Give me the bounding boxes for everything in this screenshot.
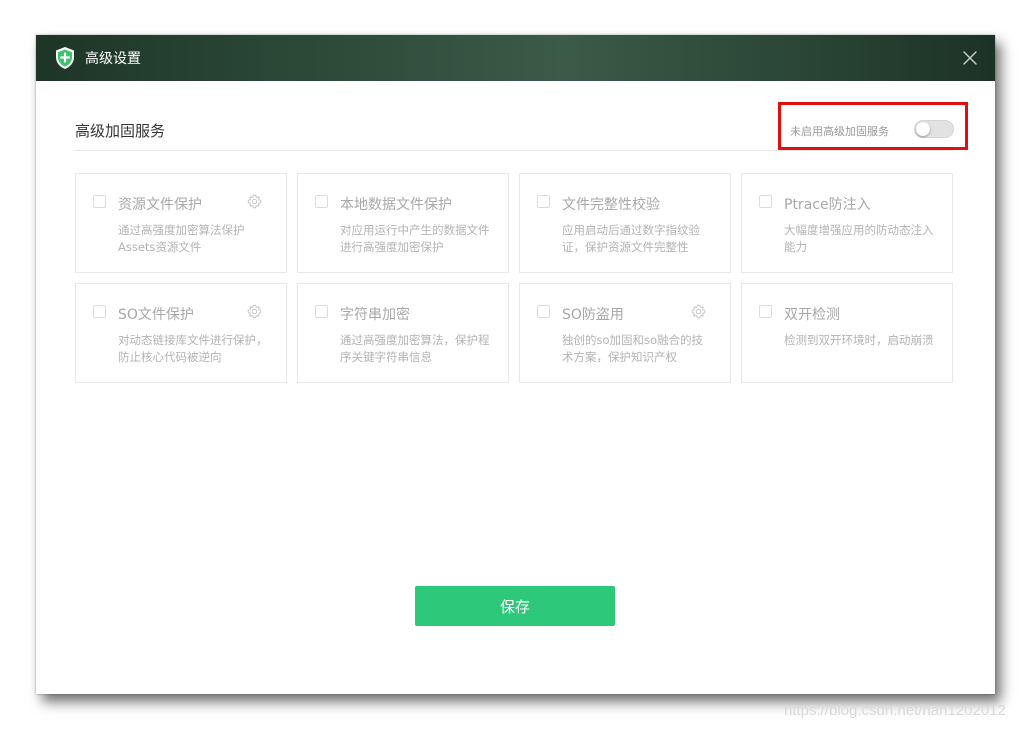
file-integrity-check-checkbox[interactable] xyxy=(537,195,550,208)
card-description: 检测到双开环境时，启动崩溃 xyxy=(784,333,934,347)
ptrace-anti-injection-checkbox[interactable] xyxy=(759,195,772,208)
watermark-text: https://blog.csdn.net/han1202012 xyxy=(784,702,1006,719)
card-resource-file-protection: 资源文件保护 通过高强度加密算法保护Assets资源文件 xyxy=(75,173,287,273)
card-title: SO防盗用 xyxy=(562,307,624,323)
section-title: 高级加固服务 xyxy=(75,122,166,140)
gear-icon[interactable] xyxy=(247,304,262,319)
card-title: Ptrace防注入 xyxy=(784,197,871,213)
card-description: 通过高强度加密算法，保护程序关键字符串信息 xyxy=(340,333,490,364)
gear-icon[interactable] xyxy=(691,304,706,319)
card-description: 独创的so加固和so融合的技术方案，保护知识产权 xyxy=(562,333,704,364)
advanced-service-toggle[interactable] xyxy=(914,120,954,138)
resource-file-protection-checkbox[interactable] xyxy=(93,195,106,208)
card-file-integrity-check: 文件完整性校验 应用启动后通过数字指纹验证，保护资源文件完整性 xyxy=(519,173,731,273)
close-icon[interactable] xyxy=(961,49,979,67)
card-local-data-protection: 本地数据文件保护 对应用运行中产生的数据文件进行高强度加密保护 xyxy=(297,173,509,273)
card-description: 大幅度增强应用的防动态注入能力 xyxy=(784,223,934,254)
card-description: 通过高强度加密算法保护Assets资源文件 xyxy=(118,223,245,254)
card-so-anti-theft: SO防盗用 独创的so加固和so融合的技术方案，保护知识产权 xyxy=(519,283,731,383)
shield-icon xyxy=(56,47,74,69)
card-description: 对应用运行中产生的数据文件进行高强度加密保护 xyxy=(340,223,490,254)
card-title: 文件完整性校验 xyxy=(562,197,660,213)
toggle-knob xyxy=(916,122,930,136)
so-file-protection-checkbox[interactable] xyxy=(93,305,106,318)
advanced-settings-dialog: 高级设置 高级加固服务 未启用高级加固服务 资源文件保护 通过高强度加密算法保护… xyxy=(36,35,995,694)
gear-icon[interactable] xyxy=(247,194,262,209)
string-encryption-checkbox[interactable] xyxy=(315,305,328,318)
so-anti-theft-checkbox[interactable] xyxy=(537,305,550,318)
dialog-title: 高级设置 xyxy=(85,51,141,67)
section-divider xyxy=(75,150,953,151)
card-dual-open-detection: 双开检测 检测到双开环境时，启动崩溃 xyxy=(741,283,953,383)
card-string-encryption: 字符串加密 通过高强度加密算法，保护程序关键字符串信息 xyxy=(297,283,509,383)
toggle-label: 未启用高级加固服务 xyxy=(790,125,889,138)
title-bar: 高级设置 xyxy=(36,35,995,81)
card-title: 字符串加密 xyxy=(340,307,410,323)
save-button[interactable]: 保存 xyxy=(415,586,615,626)
card-title: SO文件保护 xyxy=(118,307,194,323)
card-description: 应用启动后通过数字指纹验证，保护资源文件完整性 xyxy=(562,223,700,254)
dual-open-detection-checkbox[interactable] xyxy=(759,305,772,318)
card-title: 本地数据文件保护 xyxy=(340,197,452,213)
card-title: 双开检测 xyxy=(784,307,840,323)
card-ptrace-anti-injection: Ptrace防注入 大幅度增强应用的防动态注入能力 xyxy=(741,173,953,273)
local-data-protection-checkbox[interactable] xyxy=(315,195,328,208)
card-so-file-protection: SO文件保护 对动态链接库文件进行保护，防止核心代码被逆向 xyxy=(75,283,287,383)
card-description: 对动态链接库文件进行保护，防止核心代码被逆向 xyxy=(118,333,268,364)
card-title: 资源文件保护 xyxy=(118,197,202,213)
